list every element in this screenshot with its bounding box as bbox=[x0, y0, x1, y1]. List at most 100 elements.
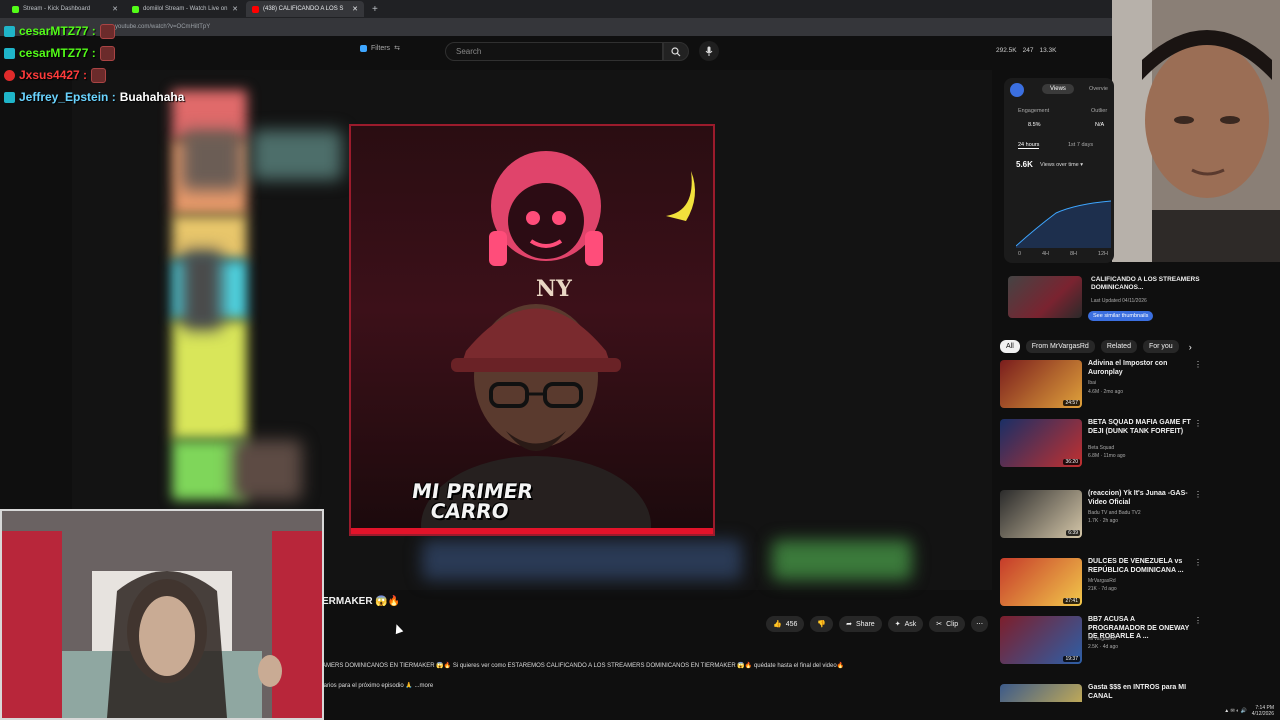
recommended-video[interactable]: 19:37 BB7 ACUSA A PROGRAMADOR DE ONEWAY … bbox=[1000, 616, 1210, 672]
description-line: AMERS DOMINICANOS EN TIERMAKER 😱🔥 Si qui… bbox=[322, 663, 845, 669]
ask-button[interactable]: ✦ Ask bbox=[887, 616, 924, 632]
chip-all[interactable]: All bbox=[1000, 340, 1020, 353]
search-input[interactable]: Search bbox=[445, 42, 663, 61]
clock-date: 4/12/2026 bbox=[1251, 711, 1274, 717]
share-label: Share bbox=[856, 620, 875, 628]
video-thumbnail[interactable]: 24:57 bbox=[1000, 360, 1082, 408]
chip-for-you[interactable]: For you bbox=[1142, 340, 1179, 353]
browser-tab-kick-stream[interactable]: domiilol Stream - Watch Live on ✕ bbox=[126, 1, 244, 17]
channel-name[interactable]: MrVargasRd bbox=[1088, 578, 1116, 584]
engagement-label: Engagement bbox=[1018, 108, 1050, 114]
stat-value: 247 bbox=[1022, 47, 1034, 54]
webcam-person-image bbox=[2, 511, 322, 718]
more-options-icon[interactable]: ⋮ bbox=[1194, 558, 1202, 567]
browser-tab-kick-dashboard[interactable]: Stream - Kick Dashboard ✕ bbox=[6, 1, 124, 17]
channel-name[interactable]: Ibai bbox=[1088, 380, 1096, 386]
webcam-left bbox=[0, 509, 324, 720]
analytics-panel: Views Overvie Engagement 8.5% Outlier N/… bbox=[1004, 78, 1114, 263]
dislike-button[interactable]: 👎 bbox=[810, 616, 834, 632]
video-thumbnail[interactable]: 19:37 bbox=[1000, 616, 1082, 664]
recommended-video[interactable]: Gasta $$$ en INTROS para MI CANAL bbox=[1000, 684, 1210, 702]
like-button[interactable]: 👍 456 bbox=[766, 616, 805, 632]
video-player[interactable]: NY MI PRIMER CARRO bbox=[349, 124, 715, 536]
webcam-right bbox=[1112, 0, 1280, 262]
views-dropdown[interactable]: Views over time ▾ bbox=[1040, 162, 1083, 168]
video-title[interactable]: Gasta $$$ en INTROS para MI CANAL bbox=[1088, 684, 1192, 701]
tab-title: Stream - Kick Dashboard bbox=[23, 6, 91, 12]
filters-button[interactable]: Filters ⇆ bbox=[360, 44, 400, 52]
video-meta: 21K · 7d ago bbox=[1088, 586, 1117, 592]
overlay-line: CARRO bbox=[428, 499, 511, 523]
more-options-icon[interactable]: ⋮ bbox=[1194, 360, 1202, 369]
more-options-icon[interactable]: ⋮ bbox=[1194, 419, 1202, 428]
video-description[interactable]: AMERS DOMINICANOS EN TIERMAKER 😱🔥 Si qui… bbox=[322, 656, 990, 696]
video-thumbnail[interactable]: 36:20 bbox=[1000, 419, 1082, 467]
chat-text: Buahahaha bbox=[119, 90, 185, 104]
recommended-video[interactable]: 36:20 BETA SQUAD MAFIA GAME FT DEJI (DUN… bbox=[1000, 419, 1210, 475]
kick-icon bbox=[12, 5, 19, 13]
chip-related[interactable]: Related bbox=[1100, 340, 1137, 353]
video-thumbnail[interactable]: 27:41 bbox=[1000, 558, 1082, 606]
blurred-thumbnail bbox=[422, 540, 742, 580]
voice-search-button[interactable] bbox=[699, 41, 719, 61]
chat-username: cesarMTZ77 : bbox=[19, 46, 96, 60]
channel-name[interactable]: MrVargasRd bbox=[1088, 636, 1116, 642]
blurred-thumbnail bbox=[182, 130, 242, 190]
video-title[interactable]: DULCES DE VENEZUELA vs REPÚBLICA DOMINIC… bbox=[1088, 558, 1192, 575]
sparkle-icon: ✦ bbox=[894, 621, 901, 628]
thumbs-up-icon: 👍 bbox=[773, 621, 782, 628]
close-icon[interactable]: ✕ bbox=[112, 5, 118, 13]
close-icon[interactable]: ✕ bbox=[352, 5, 358, 13]
share-button[interactable]: ➦ Share bbox=[839, 616, 882, 632]
views-line-chart bbox=[1016, 200, 1111, 248]
video-title[interactable]: Adivina el Impostor con Auronplay bbox=[1088, 360, 1192, 377]
more-options-icon[interactable]: ⋮ bbox=[1194, 616, 1202, 625]
chat-message: Jeffrey_Epstein : Buahahaha bbox=[4, 86, 184, 108]
recommended-video[interactable]: 24:57 Adivina el Impostor con Auronplay … bbox=[1000, 360, 1210, 416]
clip-button[interactable]: ✂ Clip bbox=[929, 616, 966, 632]
video-title[interactable]: BETA SQUAD MAFIA GAME FT DEJI (DUNK TANK… bbox=[1088, 419, 1192, 436]
chat-message: cesarMTZ77 : bbox=[4, 42, 184, 64]
range-7d-tab[interactable]: 1st 7 days bbox=[1068, 142, 1093, 148]
recommendation-filter-chips: All From MrVargasRd Related For you › bbox=[1000, 340, 1192, 353]
neon-banana-sign bbox=[666, 171, 695, 221]
playlist-thumbnail[interactable] bbox=[1008, 276, 1082, 318]
close-icon[interactable]: ✕ bbox=[232, 5, 238, 13]
channel-name[interactable]: Badu TV and Badu TV2 bbox=[1088, 510, 1141, 516]
tab-title: (438) CALIFICANDO A LOS S bbox=[263, 6, 344, 12]
engagement-value: 8.5% bbox=[1028, 122, 1041, 128]
cap-logo: NY bbox=[536, 276, 572, 302]
chip-from-channel[interactable]: From MrVargasRd bbox=[1025, 340, 1095, 353]
video-thumbnail[interactable] bbox=[1000, 684, 1082, 702]
playlist-card[interactable]: CALIFICANDO A LOS STREAMERS DOMINICANOS.… bbox=[1008, 276, 1270, 322]
clock[interactable]: 7:14 PM 4/12/2026 bbox=[1252, 705, 1274, 717]
red-frame-bar bbox=[351, 528, 713, 534]
playlist-title[interactable]: CALIFICANDO A LOS STREAMERS DOMINICANOS.… bbox=[1091, 276, 1211, 292]
recommended-video[interactable]: 27:41 DULCES DE VENEZUELA vs REPÚBLICA D… bbox=[1000, 558, 1210, 614]
more-actions-button[interactable]: ⋯ bbox=[971, 616, 989, 632]
range-24h-tab[interactable]: 24 hours bbox=[1018, 142, 1040, 149]
channel-stats: 292.5K 247 13.3K bbox=[996, 47, 1056, 54]
mouse-cursor-icon bbox=[392, 622, 404, 635]
chat-username: Jeffrey_Epstein : bbox=[19, 90, 116, 104]
ask-label: Ask bbox=[904, 620, 917, 628]
address-bar[interactable]: youtube.com/watch?v=OCmHiltTpY bbox=[0, 18, 1280, 36]
filters-label: Filters bbox=[371, 44, 391, 52]
chevron-right-icon[interactable]: › bbox=[1189, 342, 1192, 352]
video-overlay-title: MI PRIMER CARRO bbox=[378, 479, 564, 523]
thumbs-down-icon: 👎 bbox=[817, 621, 827, 628]
video-thumbnail[interactable]: 6:39 bbox=[1000, 490, 1082, 538]
video-title[interactable]: (reaccion) Yk It's Junaa -GAS- Video Ofi… bbox=[1088, 490, 1192, 507]
tab-views[interactable]: Views bbox=[1042, 84, 1074, 94]
recommended-video[interactable]: 6:39 (reaccion) Yk It's Junaa -GAS- Vide… bbox=[1000, 490, 1210, 546]
stat-value: 13.3K bbox=[1039, 47, 1057, 54]
youtube-header: Filters ⇆ Search 292.5K 247 13.3K bbox=[0, 36, 1280, 66]
tab-overview[interactable]: Overvie bbox=[1089, 86, 1108, 92]
channel-name[interactable]: Beta Squad bbox=[1088, 445, 1114, 451]
search-button[interactable] bbox=[663, 42, 689, 61]
more-options-icon[interactable]: ⋮ bbox=[1194, 490, 1202, 499]
browser-tab-youtube[interactable]: (438) CALIFICANDO A LOS S ✕ bbox=[246, 1, 364, 17]
new-tab-button[interactable]: + bbox=[372, 4, 378, 15]
similar-thumbnails-button[interactable]: See similar thumbnails bbox=[1088, 311, 1154, 321]
chart-x-axis: 0 4H 8H 12H bbox=[1018, 251, 1108, 257]
